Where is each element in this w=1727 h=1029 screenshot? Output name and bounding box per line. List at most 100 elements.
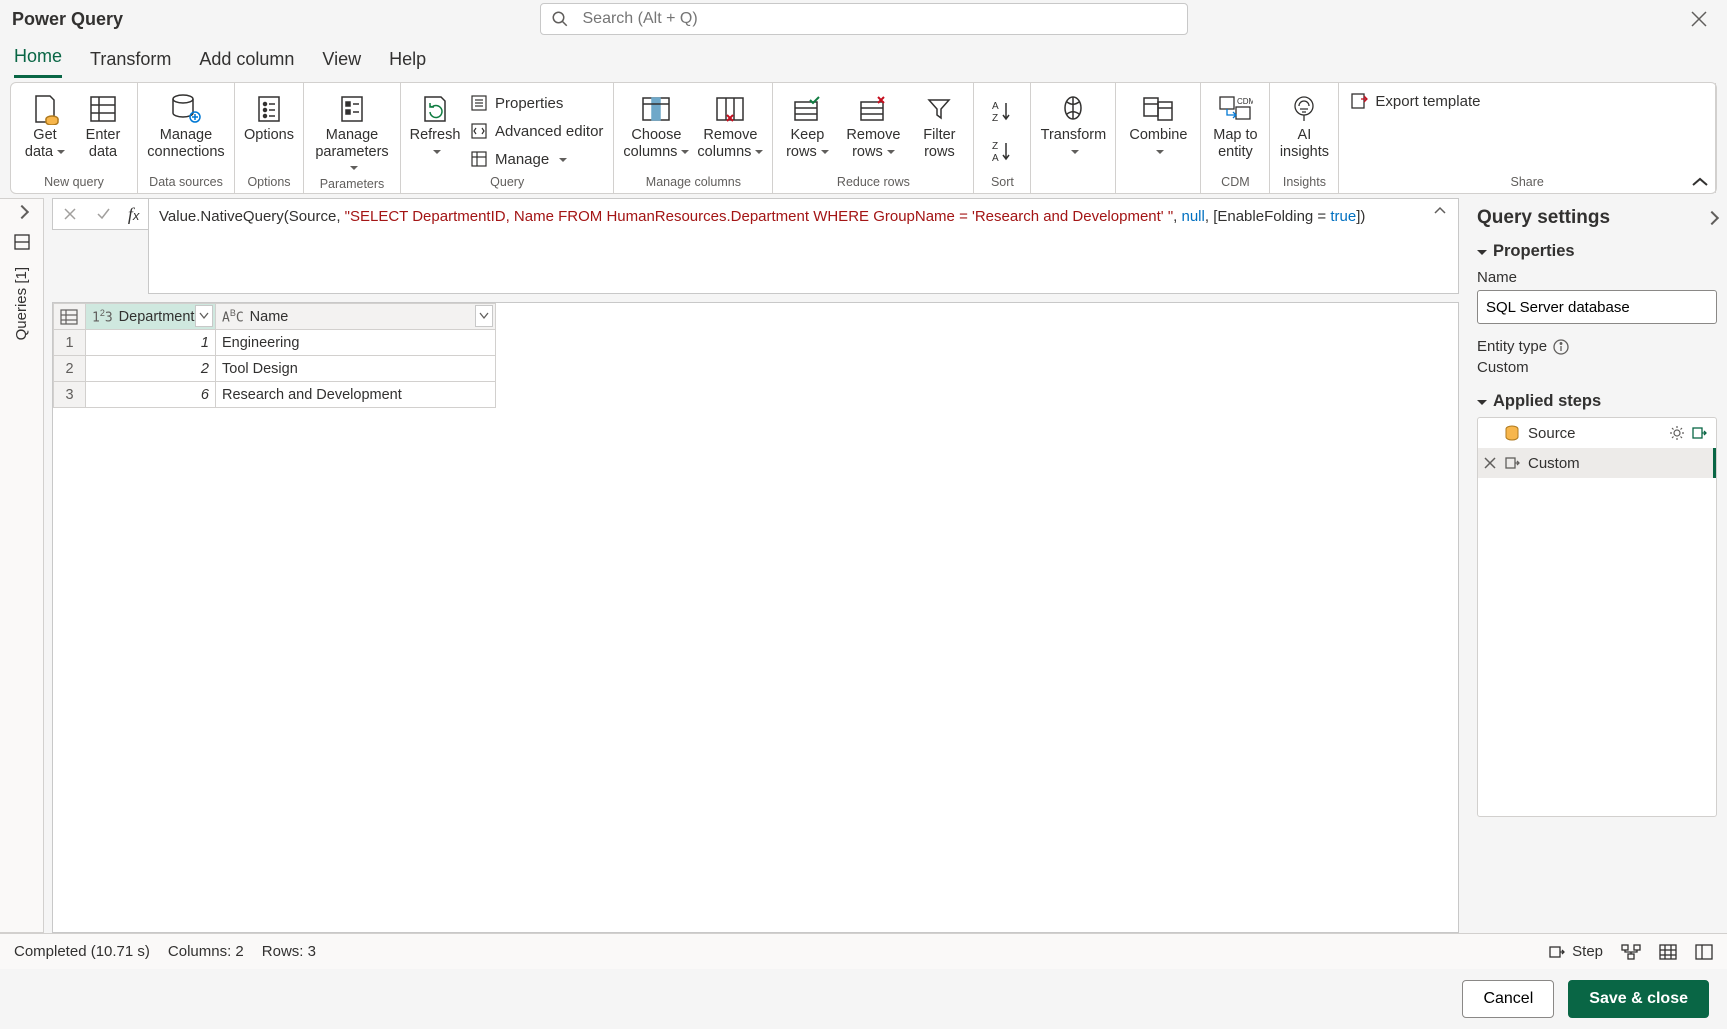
combine-button[interactable]: Combine: [1122, 87, 1194, 160]
collapse-settings-icon[interactable]: [1705, 211, 1719, 225]
expand-queries-icon[interactable]: [14, 205, 28, 219]
status-completed: Completed (10.71 s): [14, 943, 150, 960]
manage-query-button[interactable]: Manage: [465, 145, 607, 173]
cell-name[interactable]: Research and Development: [216, 382, 496, 408]
column-filter-dropdown[interactable]: [195, 305, 213, 327]
table-corner[interactable]: [54, 304, 86, 330]
remove-rows-button[interactable]: Remove rows: [837, 87, 909, 160]
get-data-icon: [30, 93, 60, 125]
ai-insights-button[interactable]: AI insights: [1276, 87, 1332, 160]
queries-pane[interactable]: Queries [1]: [0, 198, 44, 933]
transform-button[interactable]: Transform: [1037, 87, 1109, 160]
column-header-departmentid[interactable]: 123DepartmentID: [86, 304, 216, 330]
status-columns: Columns: 2: [168, 943, 244, 960]
applied-step-source[interactable]: Source: [1478, 418, 1716, 448]
diagram-view-button[interactable]: [1621, 944, 1641, 960]
ribbon-collapse-button[interactable]: [1690, 175, 1710, 189]
sort-asc-button[interactable]: AZ: [986, 91, 1018, 131]
group-transform: [1037, 175, 1109, 191]
tab-help[interactable]: Help: [389, 49, 426, 78]
tab-add-column[interactable]: Add column: [199, 49, 294, 78]
name-label: Name: [1477, 269, 1717, 286]
table-row[interactable]: 22Tool Design: [54, 356, 496, 382]
cell-name[interactable]: Tool Design: [216, 356, 496, 382]
options-label: Options: [244, 127, 294, 144]
group-reduce-rows: Reduce rows: [779, 175, 967, 191]
search-input[interactable]: [581, 9, 1177, 29]
svg-text:A: A: [992, 153, 999, 163]
group-sort: Sort: [980, 175, 1024, 191]
refresh-button[interactable]: Refresh: [407, 87, 463, 160]
group-new-query: New query: [17, 175, 131, 191]
chevron-up-icon: [1690, 175, 1710, 189]
manage-parameters-label: Manage parameters: [315, 127, 388, 160]
tab-transform[interactable]: Transform: [90, 49, 171, 78]
options-button[interactable]: Options: [241, 87, 297, 144]
choose-columns-icon: [640, 95, 672, 123]
keep-rows-button[interactable]: Keep rows: [779, 87, 835, 160]
table-icon: [60, 309, 78, 325]
remove-columns-button[interactable]: Remove columns: [694, 87, 766, 160]
fx-icon[interactable]: fx: [128, 204, 140, 225]
column-filter-dropdown[interactable]: [475, 305, 493, 327]
cancel-button[interactable]: Cancel: [1462, 980, 1554, 1018]
dialog-footer: Cancel Save & close: [0, 969, 1727, 1029]
close-button[interactable]: [1683, 7, 1715, 31]
group-parameters: Parameters: [310, 177, 394, 193]
properties-section[interactable]: Properties: [1477, 242, 1717, 261]
column-header-name[interactable]: ABCName: [216, 304, 496, 330]
sort-desc-button[interactable]: ZA: [986, 131, 1018, 171]
gear-icon[interactable]: [1669, 425, 1685, 441]
data-grid[interactable]: 123DepartmentIDABCName 11Engineering22To…: [52, 302, 1459, 933]
applied-steps-list: SourceCustom: [1477, 417, 1717, 817]
table-row[interactable]: 11Engineering: [54, 330, 496, 356]
combine-label: Combine: [1129, 127, 1187, 143]
formula-cancel-icon[interactable]: [62, 206, 78, 222]
get-data-button[interactable]: Get data: [17, 87, 73, 160]
formula-editor[interactable]: Value.NativeQuery(Source, "SELECT Depart…: [148, 198, 1459, 294]
schema-view-button[interactable]: [1695, 944, 1713, 960]
filter-rows-label: Filter rows: [923, 127, 955, 160]
info-icon[interactable]: [1553, 339, 1569, 355]
row-number[interactable]: 3: [54, 382, 86, 408]
tab-view[interactable]: View: [322, 49, 361, 78]
map-to-entity-button[interactable]: CDM Map to entity: [1207, 87, 1263, 160]
formula-commit-icon[interactable]: [95, 206, 111, 222]
applied-step-custom[interactable]: Custom: [1478, 448, 1716, 478]
filter-icon: [926, 96, 952, 122]
close-icon: [1691, 11, 1707, 27]
manage-parameters-button[interactable]: Manage parameters: [310, 87, 394, 177]
step-indicator[interactable]: Step: [1548, 943, 1603, 960]
cell-name[interactable]: Engineering: [216, 330, 496, 356]
refresh-icon: [419, 94, 451, 124]
formula-controls: fx: [52, 198, 148, 230]
properties-button[interactable]: Properties: [465, 89, 607, 117]
manage-connections-button[interactable]: Manage connections: [144, 87, 228, 160]
cell-departmentid[interactable]: 6: [86, 382, 216, 408]
get-data-label: Get data: [25, 127, 57, 160]
advanced-editor-button[interactable]: Advanced editor: [465, 117, 607, 145]
query-name-input[interactable]: [1477, 290, 1717, 324]
export-template-button[interactable]: Export template: [1345, 87, 1484, 115]
source-step-icon: [1504, 425, 1520, 441]
search-box[interactable]: [540, 3, 1188, 35]
grid-view-button[interactable]: [1659, 944, 1677, 960]
cell-departmentid[interactable]: 2: [86, 356, 216, 382]
formula-collapse-icon[interactable]: [1432, 205, 1448, 217]
manage-parameters-icon: [338, 94, 366, 124]
table-row[interactable]: 36Research and Development: [54, 382, 496, 408]
export-template-icon: [1349, 91, 1369, 111]
row-number[interactable]: 1: [54, 330, 86, 356]
filter-rows-button[interactable]: Filter rows: [911, 87, 967, 160]
query-settings-title: Query settings: [1477, 207, 1610, 229]
enter-data-button[interactable]: Enter data: [75, 87, 131, 160]
row-number[interactable]: 2: [54, 356, 86, 382]
delete-step-icon[interactable]: [1484, 457, 1496, 469]
step-run-icon[interactable]: [1691, 425, 1707, 441]
svg-text:A: A: [992, 101, 999, 112]
cell-departmentid[interactable]: 1: [86, 330, 216, 356]
choose-columns-button[interactable]: Choose columns: [620, 87, 692, 160]
tab-home[interactable]: Home: [14, 46, 62, 78]
save-close-button[interactable]: Save & close: [1568, 980, 1709, 1018]
applied-steps-section[interactable]: Applied steps: [1477, 392, 1717, 411]
